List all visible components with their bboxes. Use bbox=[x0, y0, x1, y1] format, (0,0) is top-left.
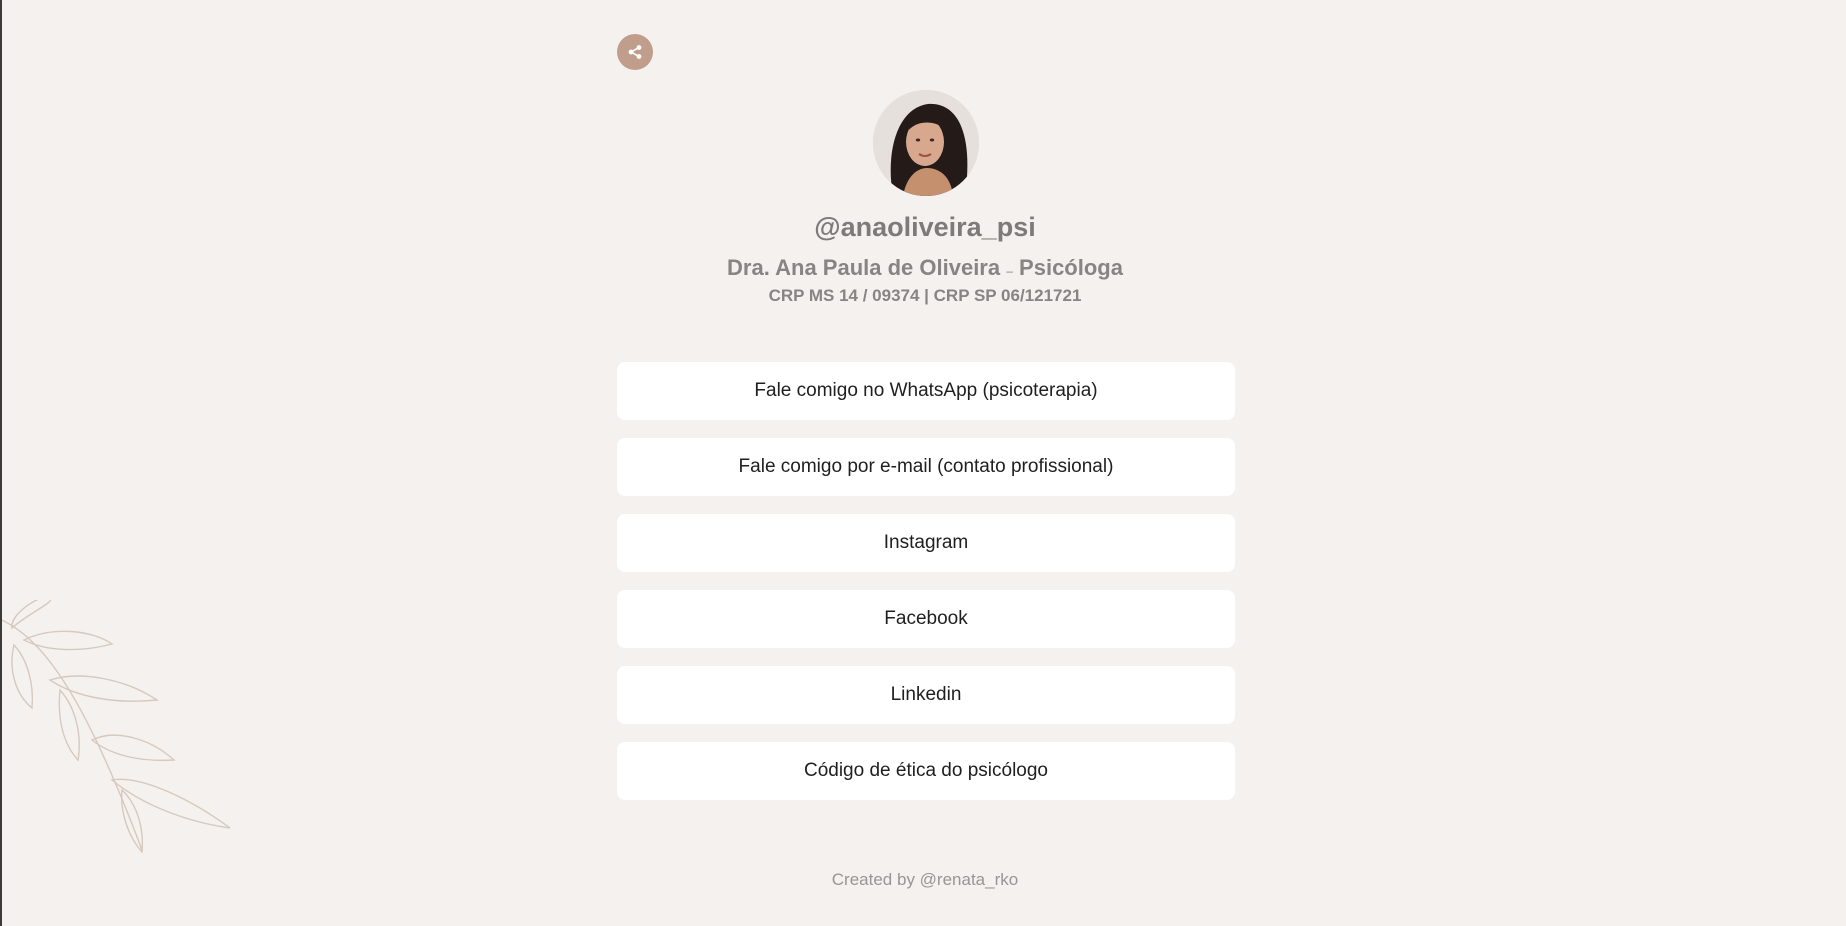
footer-credit[interactable]: Created by @renata_rko bbox=[2, 870, 1846, 890]
profile-title: Psicóloga bbox=[1019, 255, 1123, 280]
link-linkedin-button[interactable]: Linkedin bbox=[617, 666, 1235, 724]
link-whatsapp-button[interactable]: Fale comigo no WhatsApp (psicoterapia) bbox=[617, 362, 1235, 420]
share-icon bbox=[628, 45, 642, 59]
profile-name: Dra. Ana Paula de Oliveira – Psicóloga bbox=[2, 255, 1846, 281]
profile-handle: @anaoliveira_psi bbox=[814, 212, 1036, 242]
profile-registration: CRP MS 14 / 09374 | CRP SP 06/121721 bbox=[768, 286, 1082, 305]
link-instagram-button[interactable]: Instagram bbox=[617, 514, 1235, 572]
page: @anaoliveira_psi Dra. Ana Paula de Olive… bbox=[0, 0, 1846, 926]
link-ethics-code-button[interactable]: Código de ética do psicólogo bbox=[617, 742, 1235, 800]
link-list: Fale comigo no WhatsApp (psicoterapia) F… bbox=[617, 362, 1235, 818]
link-facebook-button[interactable]: Facebook bbox=[617, 590, 1235, 648]
share-button[interactable] bbox=[617, 34, 653, 70]
leaf-branch-decoration bbox=[2, 600, 231, 854]
profile-photo bbox=[873, 90, 979, 196]
link-email-button[interactable]: Fale comigo por e-mail (contato profissi… bbox=[617, 438, 1235, 496]
avatar bbox=[873, 90, 979, 196]
name-separator: – bbox=[1006, 264, 1013, 278]
profile-full-name: Dra. Ana Paula de Oliveira bbox=[727, 255, 1001, 280]
